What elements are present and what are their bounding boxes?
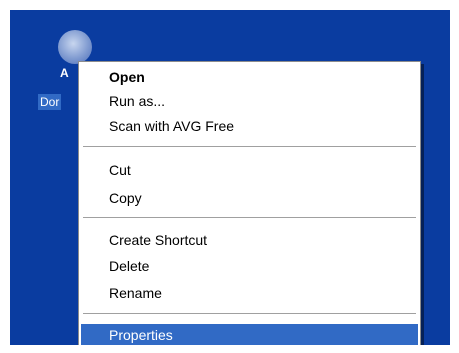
context-menu: Open Run as... Scan with AVG Free Cut Co… [78,61,421,345]
menu-item-open[interactable]: Open [81,66,418,88]
menu-item-scan-with-avg[interactable]: Scan with AVG Free [81,115,418,137]
menu-item-rename[interactable]: Rename [81,282,418,304]
menu-item-cut[interactable]: Cut [81,159,418,181]
desktop-icon-label[interactable]: Dor [38,94,62,110]
menu-item-copy[interactable]: Copy [81,187,418,209]
menu-separator [83,146,416,148]
menu-item-run-as[interactable]: Run as... [81,90,418,112]
desktop: A Dor Open Run as... Scan with AVG Free … [10,10,450,345]
menu-item-properties[interactable]: Properties [81,324,418,345]
desktop-file-icon[interactable] [58,30,92,64]
icon-label-partial: A [60,66,69,80]
menu-item-create-shortcut[interactable]: Create Shortcut [81,229,418,251]
menu-separator [83,217,416,219]
menu-item-delete[interactable]: Delete [81,255,418,277]
menu-separator [83,313,416,315]
